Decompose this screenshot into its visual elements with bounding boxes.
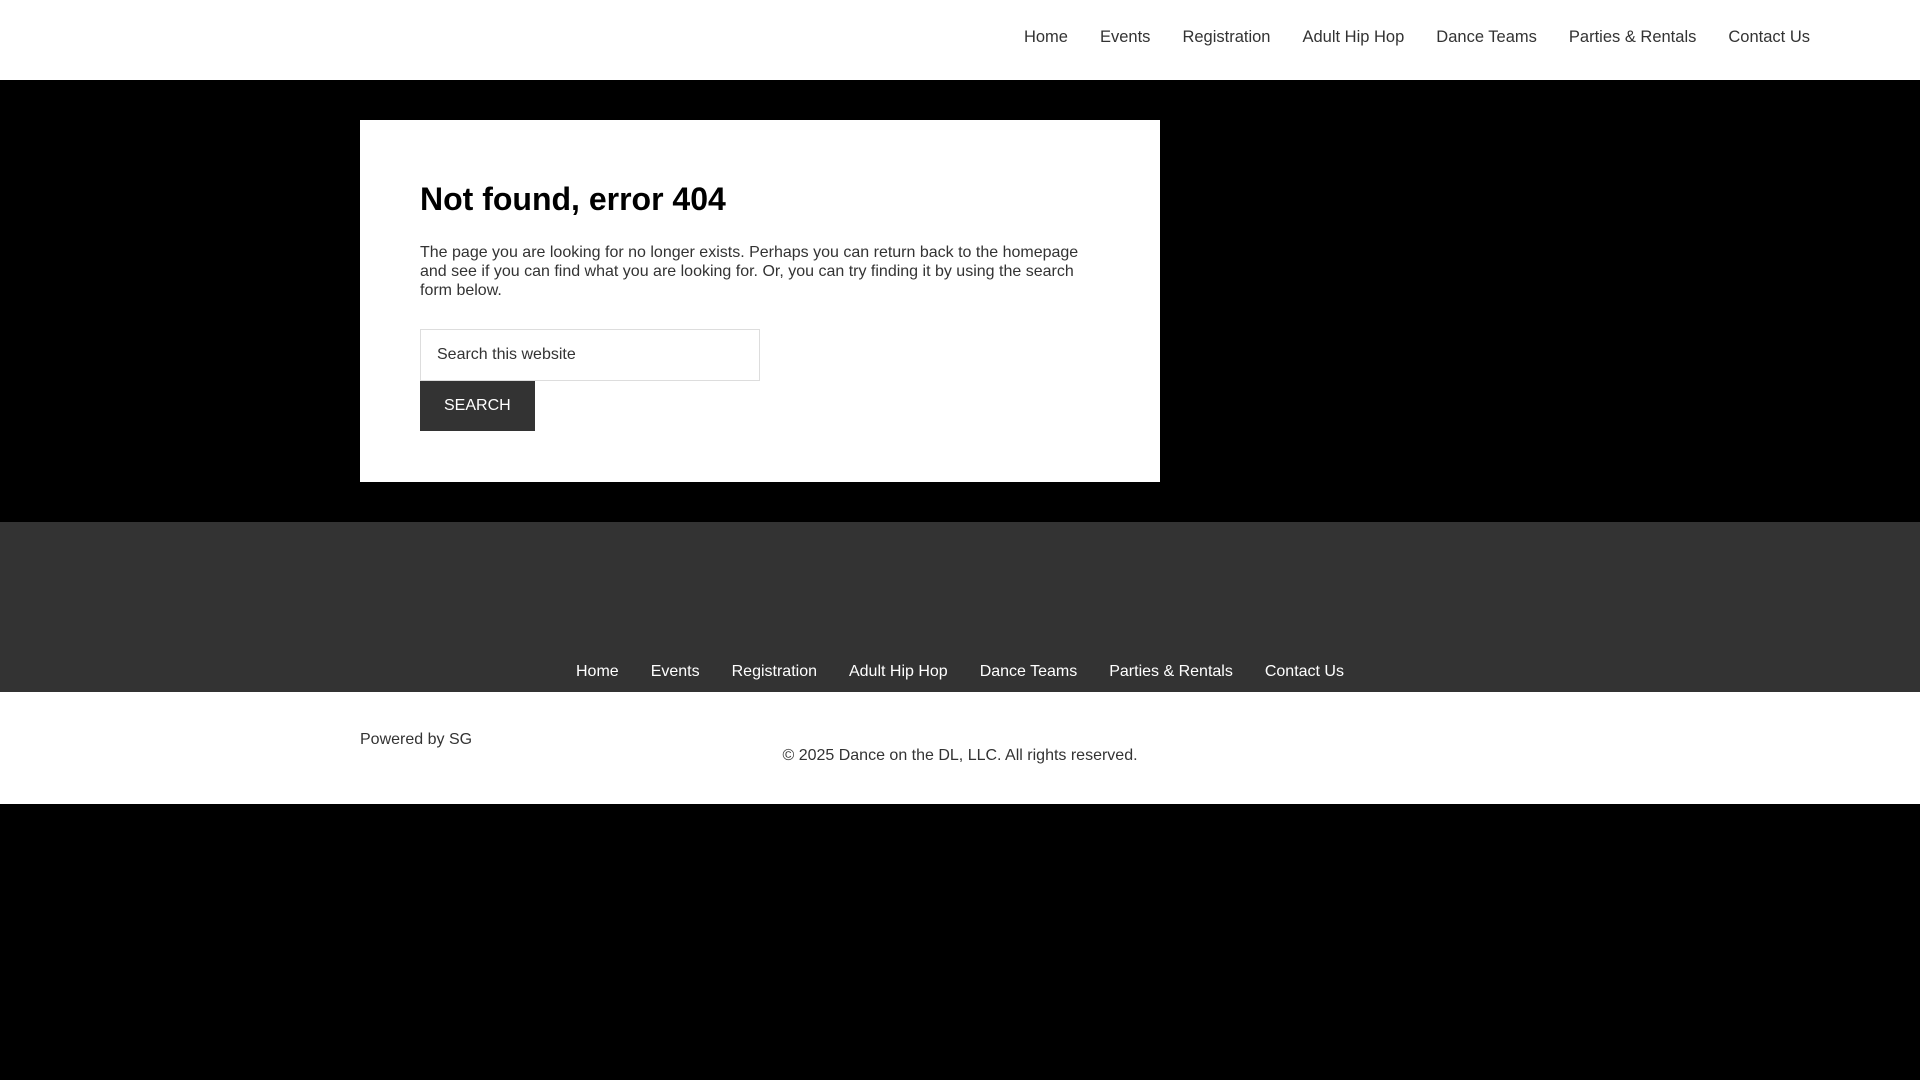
footer-nav: Home Events Registration Adult Hip Hop D…: [0, 662, 1920, 682]
search-button[interactable]: SEARCH: [420, 381, 535, 432]
footer-nav-link-dance-teams[interactable]: Dance Teams: [964, 662, 1094, 682]
content-card: Not found, error 404 The page you are lo…: [360, 120, 1160, 482]
nav-link-adult-hip-hop[interactable]: Adult Hip Hop: [1286, 0, 1420, 75]
footer-nav-link-registration[interactable]: Registration: [716, 662, 833, 682]
search-input[interactable]: [420, 329, 760, 382]
footer-nav-link-events[interactable]: Events: [635, 662, 716, 682]
primary-nav: Home Events Registration Adult Hip Hop D…: [1008, 0, 1826, 75]
search-form: SEARCH: [420, 329, 1100, 432]
nav-link-contact-us[interactable]: Contact Us: [1712, 0, 1826, 75]
error-description: The page you are looking for no longer e…: [420, 244, 1079, 300]
site-footer: Powered by SG © 2025 Dance on the DL, LL…: [0, 692, 1920, 804]
nav-link-home[interactable]: Home: [1008, 0, 1084, 75]
site-header: Home Events Registration Adult Hip Hop D…: [0, 0, 1920, 80]
footer-widgets: Home Events Registration Adult Hip Hop D…: [0, 522, 1920, 692]
footer-nav-link-contact-us[interactable]: Contact Us: [1249, 662, 1360, 682]
nav-link-registration[interactable]: Registration: [1166, 0, 1286, 75]
footer-nav-link-adult-hip-hop[interactable]: Adult Hip Hop: [833, 662, 964, 682]
copyright-text: © 2025 Dance on the DL, LLC. All rights …: [782, 747, 1138, 764]
nav-link-dance-teams[interactable]: Dance Teams: [1420, 0, 1553, 75]
footer-nav-link-parties-rentals[interactable]: Parties & Rentals: [1093, 662, 1249, 682]
nav-link-parties-rentals[interactable]: Parties & Rentals: [1553, 0, 1712, 75]
nav-link-events[interactable]: Events: [1084, 0, 1166, 75]
page-title: Not found, error 404: [420, 181, 726, 217]
footer-nav-link-home[interactable]: Home: [560, 662, 635, 682]
